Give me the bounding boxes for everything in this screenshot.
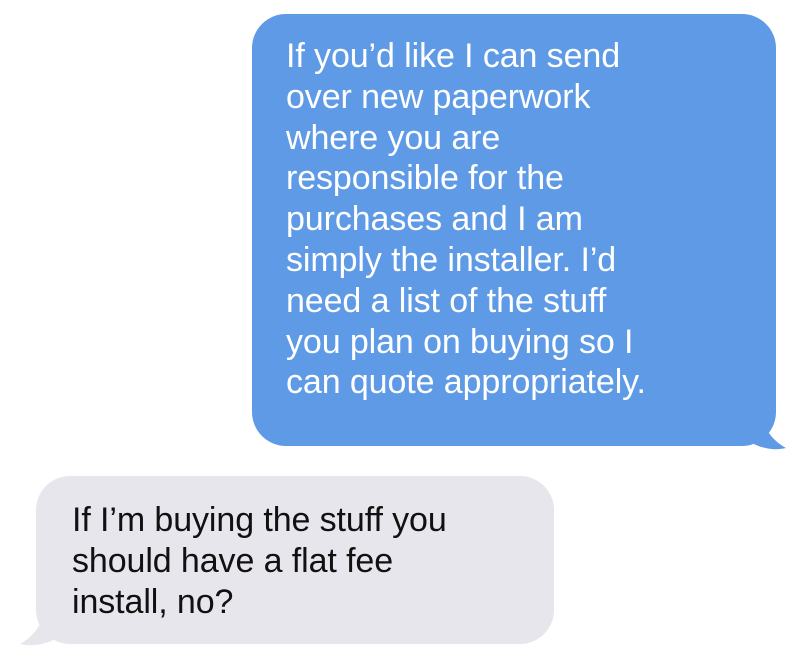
received-message-text: If I’m buying the stuff you should have … xyxy=(72,501,447,621)
sent-bubble-tail xyxy=(740,400,786,450)
sent-message-bubble[interactable]: If you’d like I can send over new paperw… xyxy=(252,14,776,446)
received-message-bubble[interactable]: If I’m buying the stuff you should have … xyxy=(36,476,554,644)
received-bubble-tail xyxy=(20,596,68,646)
sent-message-text: If you’d like I can send over new paperw… xyxy=(286,37,646,402)
message-thread: If you’d like I can send over new paperw… xyxy=(0,0,800,652)
